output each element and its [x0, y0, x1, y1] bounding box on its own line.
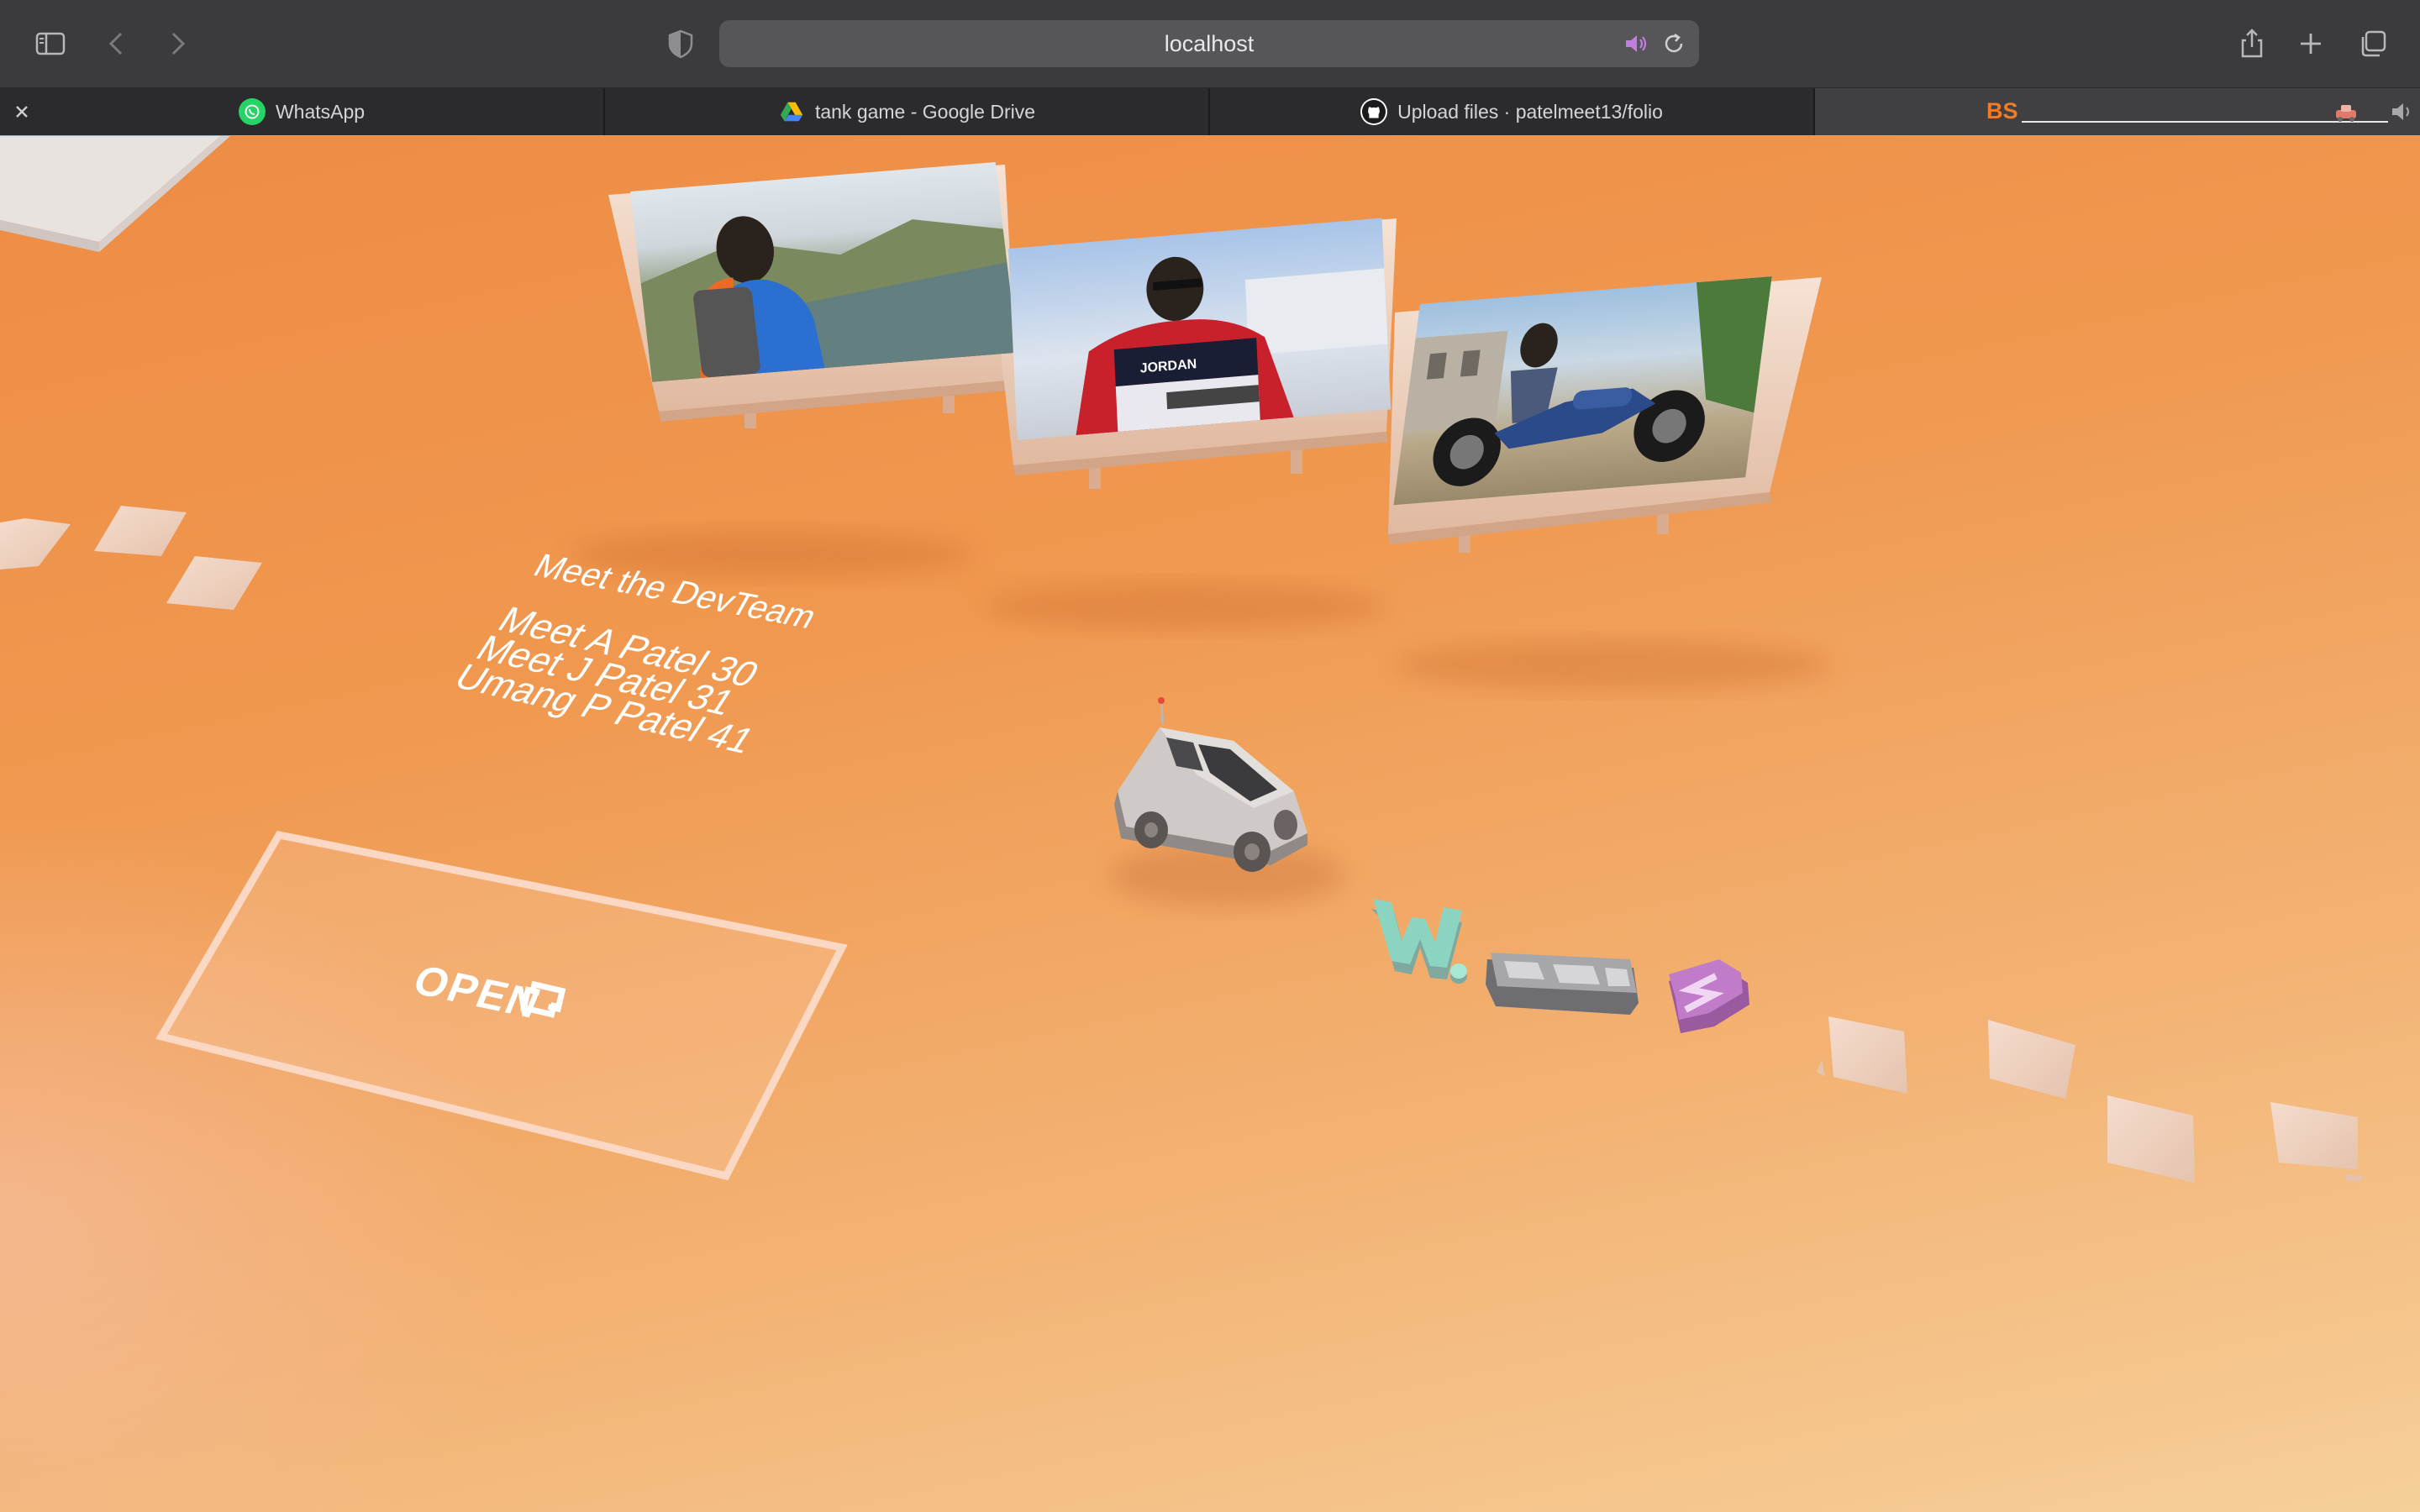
tab-car-icon: [2336, 105, 2356, 122]
tab-bar: WhatsApp tank game - Google Drive Upload…: [0, 88, 2420, 135]
game-canvas[interactable]: JORDAN Meet the DevTeam Meet A Patel 30 …: [0, 136, 2420, 1512]
player-car[interactable]: [1114, 697, 1307, 872]
block-letter-pwa[interactable]: [1486, 953, 1639, 1015]
sidebar-toggle-icon[interactable]: [30, 24, 71, 64]
block-letter-s[interactable]: [1669, 959, 1749, 1033]
photo-motorcycle: [1393, 276, 1772, 506]
address-bar[interactable]: localhost: [719, 20, 1699, 67]
right-tiles: [1817, 1016, 2363, 1183]
whatsapp-icon: [238, 98, 266, 125]
photo-hiker: [630, 162, 1018, 382]
tab-google-drive[interactable]: tank game - Google Drive: [605, 88, 1210, 135]
url-text: localhost: [1164, 31, 1255, 56]
speaker-icon[interactable]: [1622, 30, 1649, 57]
new-tab-icon[interactable]: [2291, 24, 2331, 64]
back-icon[interactable]: [97, 24, 138, 64]
wall-corner: [0, 136, 230, 252]
tab-whatsapp[interactable]: WhatsApp: [0, 88, 605, 135]
github-icon: [1360, 98, 1388, 125]
left-tiles: [0, 506, 262, 610]
bs-favicon: BS: [1986, 98, 2018, 123]
share-icon[interactable]: [2232, 24, 2272, 64]
block-letter-w[interactable]: [1371, 899, 1467, 984]
tab-overview-icon[interactable]: [2353, 24, 2393, 64]
tab-progress-track: [2022, 105, 2388, 123]
tab-label: Upload files · patelmeet13/folio: [1397, 100, 1663, 123]
tab-github[interactable]: Upload files · patelmeet13/folio: [1210, 88, 1815, 135]
tab-bruno-simon[interactable]: BS: [1815, 88, 2420, 135]
tab-audio-icon[interactable]: [2388, 98, 2415, 125]
forward-icon[interactable]: [156, 24, 197, 64]
reload-icon[interactable]: [1660, 30, 1687, 57]
tab-label: tank game - Google Drive: [814, 100, 1036, 123]
privacy-shield-icon[interactable]: [660, 24, 701, 64]
browser-toolbar: localhost: [0, 0, 2420, 88]
google-drive-icon: [778, 98, 805, 125]
photo-jordan-jacket: JORDAN: [1008, 218, 1392, 440]
tab-label: WhatsApp: [275, 100, 366, 123]
